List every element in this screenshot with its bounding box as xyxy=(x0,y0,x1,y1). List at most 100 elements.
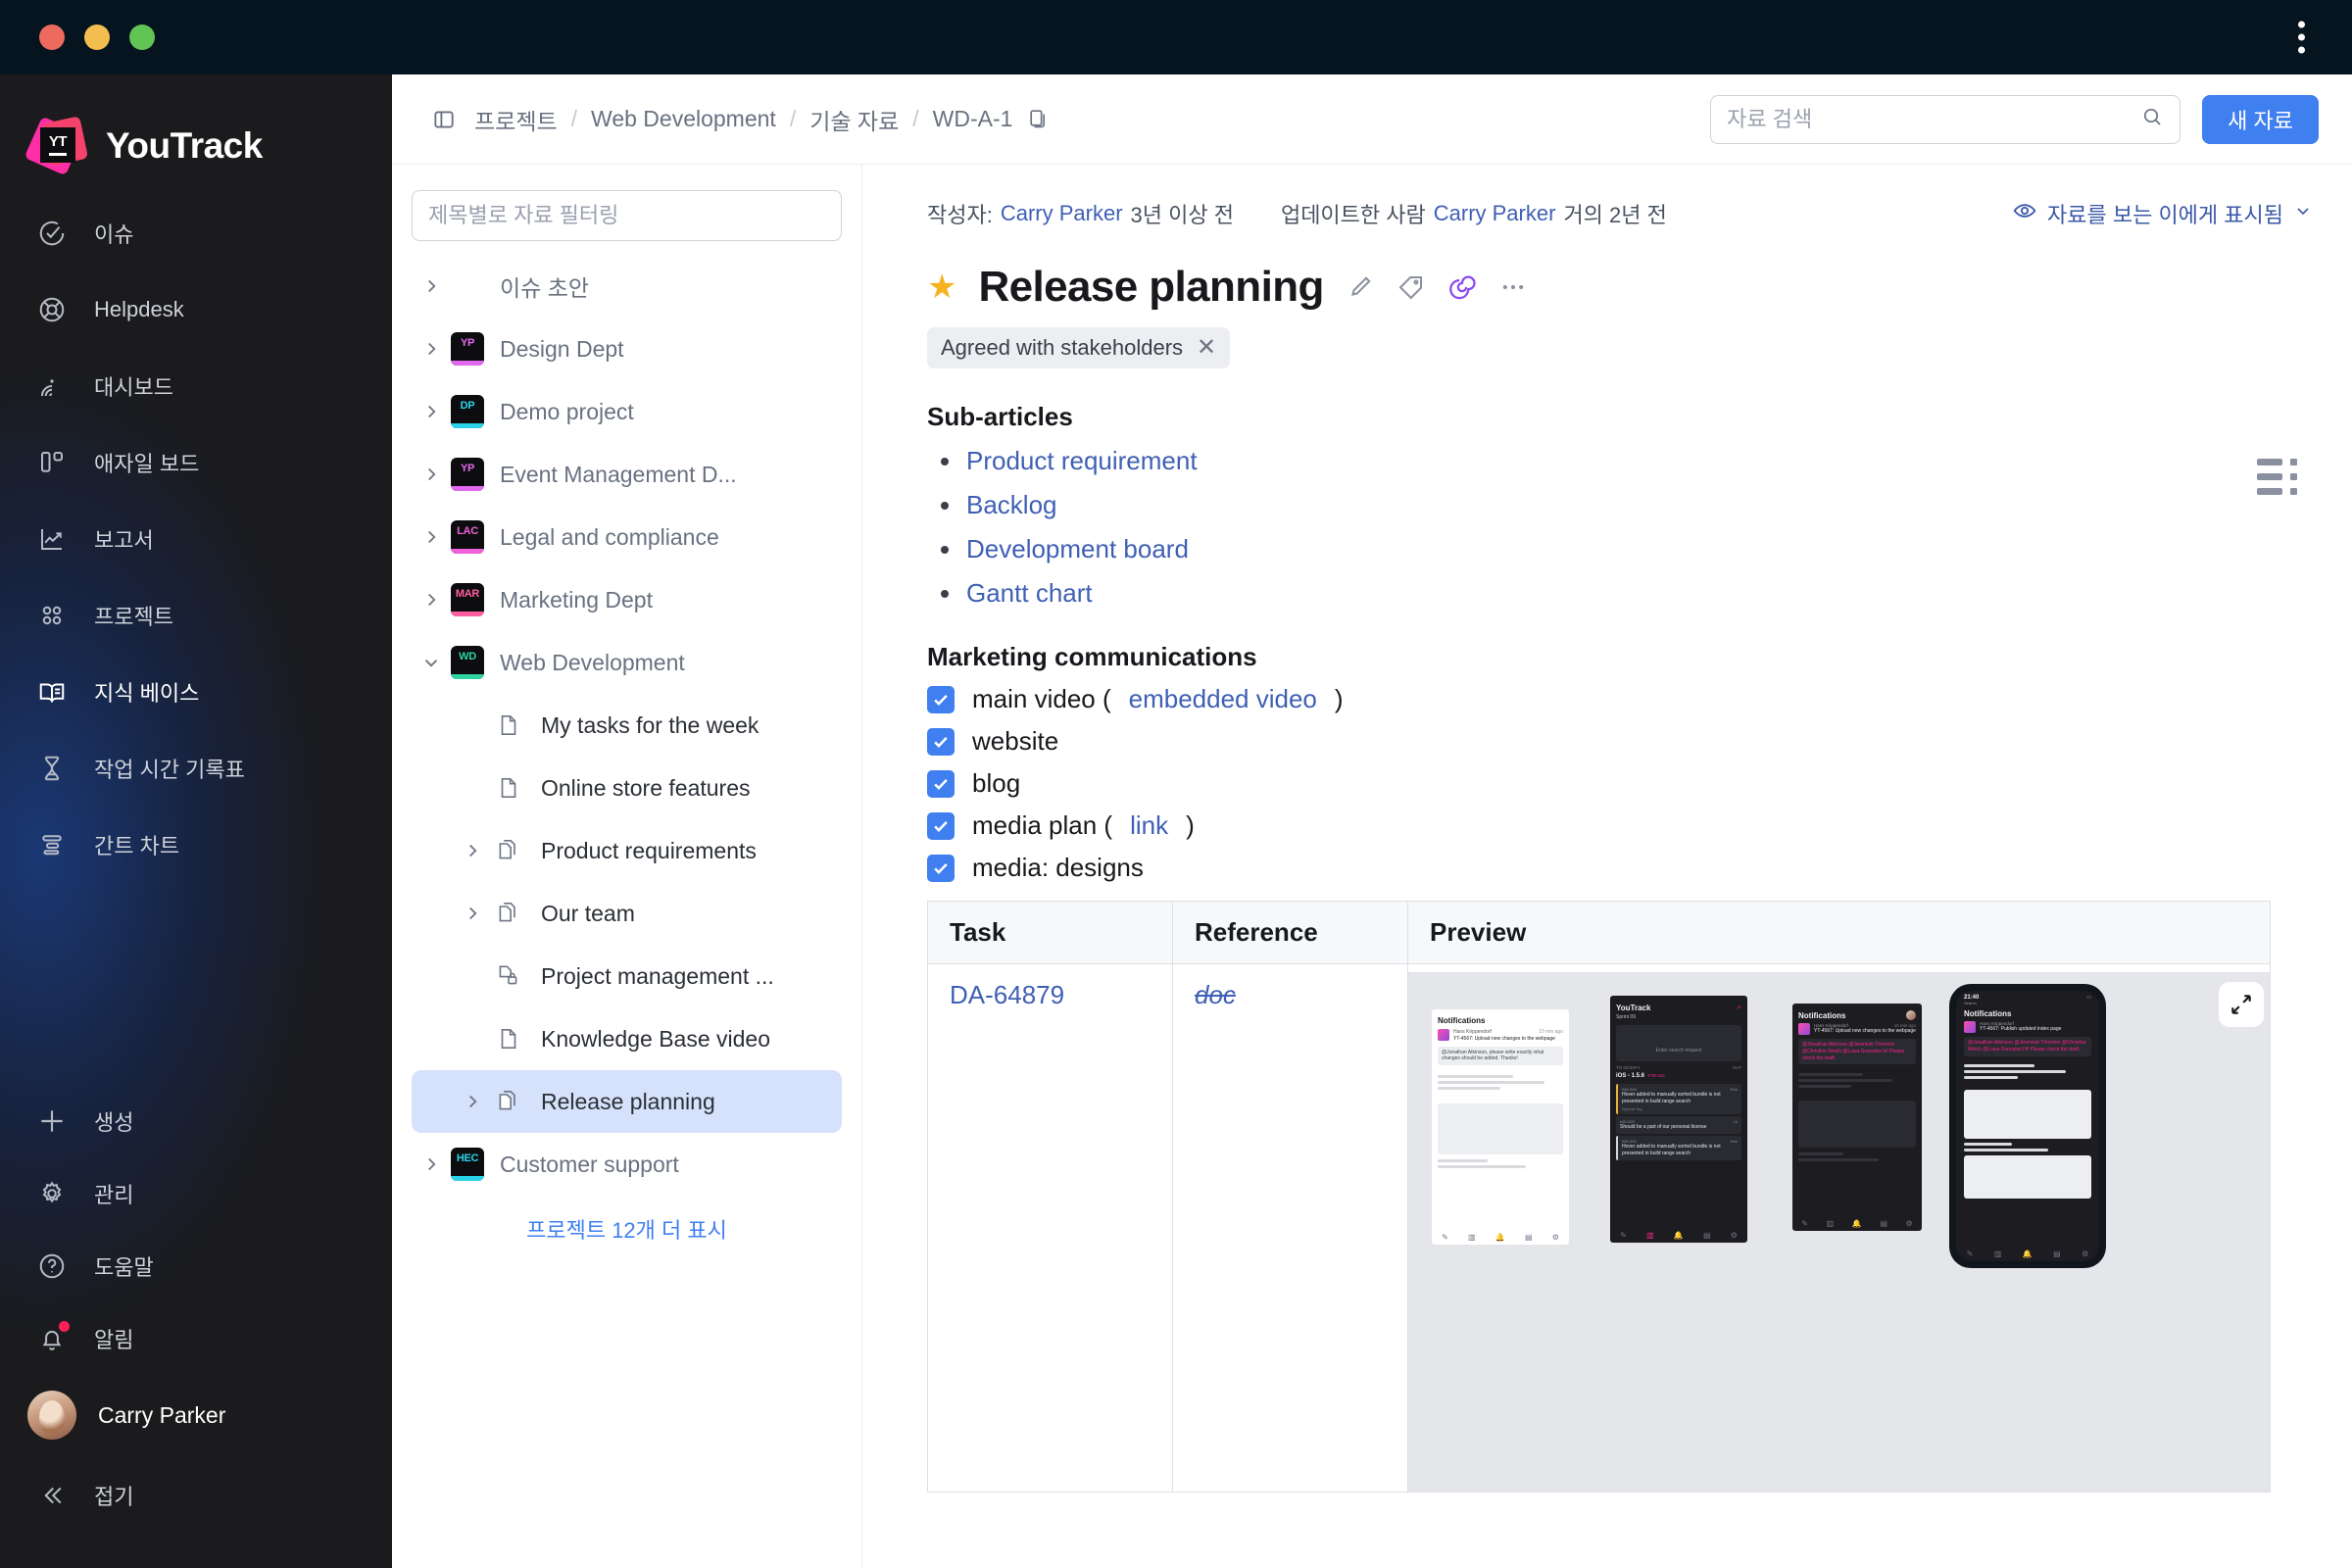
sidebar-item-helpdesk[interactable]: Helpdesk xyxy=(0,284,392,335)
search-input[interactable] xyxy=(1727,107,2140,132)
breadcrumb-item-knowledge-base[interactable]: 기술 자료 xyxy=(809,103,899,136)
tree-node-label: Marketing Dept xyxy=(500,587,653,613)
tree-node-marketing-dept[interactable]: MARMarketing Dept xyxy=(412,568,842,631)
articles-stack-icon xyxy=(492,834,525,867)
tree-node-project-management[interactable]: Project management ... xyxy=(412,945,842,1007)
side-panel-toggle-icon[interactable] xyxy=(431,107,457,132)
checkbox-checked-icon[interactable] xyxy=(927,770,955,798)
sidebar-item-agile-boards[interactable]: 애자일 보드 xyxy=(0,437,392,488)
minimize-window-button[interactable] xyxy=(84,24,110,50)
chevron-right-icon[interactable] xyxy=(453,1091,492,1112)
more-horizontal-icon[interactable] xyxy=(1498,272,1528,302)
sub-article-link[interactable]: Backlog xyxy=(966,490,1057,520)
tree-node-web-development[interactable]: WD Web Development xyxy=(412,631,842,694)
checkbox-checked-icon[interactable] xyxy=(927,728,955,756)
chevron-right-icon[interactable] xyxy=(412,1153,451,1175)
tree-node-customer-support[interactable]: HECCustomer support xyxy=(412,1133,842,1196)
chevron-right-icon[interactable] xyxy=(412,401,451,422)
tree-node-design-dept[interactable]: YPDesign Dept xyxy=(412,318,842,380)
checklist-item-link[interactable]: link xyxy=(1130,810,1168,841)
tree-node-[interactable]: 이슈 초안 xyxy=(412,255,842,318)
reference-link[interactable]: doc xyxy=(1195,980,1236,1009)
sidebar-item-create[interactable]: 생성 xyxy=(0,1096,392,1147)
articles-stack-icon xyxy=(492,1085,525,1118)
brand-name: YouTrack xyxy=(106,125,263,167)
tree-node-online-store-features[interactable]: Online store features xyxy=(412,757,842,819)
chevron-right-icon[interactable] xyxy=(412,464,451,485)
updated-by-link[interactable]: Carry Parker xyxy=(1434,201,1556,226)
chevron-right-icon[interactable] xyxy=(412,275,451,297)
project-avatar-icon: WD xyxy=(451,646,484,679)
close-window-button[interactable] xyxy=(39,24,65,50)
chevron-right-icon[interactable] xyxy=(412,338,451,360)
tree-node-product-requirements[interactable]: Product requirements xyxy=(412,819,842,882)
phone-mockup-2: YouTrack ⌕ Sprint 09 Enter search reques… xyxy=(1610,996,1747,1243)
kebab-menu-icon[interactable] xyxy=(2298,22,2305,54)
edit-pencil-icon[interactable] xyxy=(1346,272,1375,302)
sidebar-item-notifications[interactable]: 알림 xyxy=(0,1313,392,1364)
column-header-reference: Reference xyxy=(1173,902,1408,964)
chevron-right-icon[interactable] xyxy=(453,840,492,861)
preview-image[interactable]: Notifications Hans Krippendorf 10 min ag… xyxy=(1408,972,2270,1492)
created-by-link[interactable]: Carry Parker xyxy=(1001,201,1123,226)
sub-article-link[interactable]: Product requirement xyxy=(966,446,1198,476)
table-of-contents-icon[interactable] xyxy=(2257,459,2297,495)
task-link[interactable]: DA-64879 xyxy=(950,980,1064,1009)
checkbox-checked-icon[interactable] xyxy=(927,855,955,882)
checkbox-checked-icon[interactable] xyxy=(927,686,955,713)
phone1-header: Notifications xyxy=(1432,1009,1569,1029)
show-more-projects-link[interactable]: 프로젝트 12개 더 표시 xyxy=(412,1213,842,1245)
breadcrumb-item-project[interactable]: Web Development xyxy=(591,106,776,132)
sidebar-item-dashboards[interactable]: 대시보드 xyxy=(0,361,392,412)
maximize-window-button[interactable] xyxy=(129,24,155,50)
checkbox-checked-icon[interactable] xyxy=(927,812,955,840)
tag-icon[interactable] xyxy=(1396,272,1426,302)
sidebar-item-gantt-charts[interactable]: 간트 차트 xyxy=(0,819,392,870)
phone2-swimlane: iOS - 1.5.6 xyxy=(1616,1073,1644,1079)
tree-node-knowledge-base-video[interactable]: Knowledge Base video xyxy=(412,1007,842,1070)
sidebar-item-help[interactable]: 도움말 xyxy=(0,1241,392,1292)
status-badge[interactable]: Agreed with stakeholders ✕ xyxy=(927,327,1230,368)
visibility-selector[interactable]: 자료를 보는 이에게 표시됨 xyxy=(2012,198,2313,229)
sub-article-link[interactable]: Gantt chart xyxy=(966,578,1093,609)
sidebar-item-timesheets[interactable]: 작업 시간 기록표 xyxy=(0,743,392,794)
tree-node-event-management-d[interactable]: YPEvent Management D... xyxy=(412,443,842,506)
new-article-button[interactable]: 새 자료 xyxy=(2202,95,2319,144)
tree-node-my-tasks-for-the-week[interactable]: My tasks for the week xyxy=(412,694,842,757)
breadcrumb-item-projects[interactable]: 프로젝트 xyxy=(474,103,558,136)
yt-logo-icon: YT xyxy=(29,118,86,174)
tree-node-demo-project[interactable]: DPDemo project xyxy=(412,380,842,443)
tree-filter-input[interactable] xyxy=(412,190,842,241)
article-copy-icon[interactable] xyxy=(1026,107,1051,131)
chevron-down-icon[interactable] xyxy=(412,652,451,673)
tree-node-legal-and-compliance[interactable]: LACLegal and compliance xyxy=(412,506,842,568)
ai-spiral-icon[interactable] xyxy=(1447,272,1477,302)
sidebar-item-reports[interactable]: 보고서 xyxy=(0,514,392,564)
search-box[interactable] xyxy=(1710,95,2180,144)
sidebar-user[interactable]: Carry Parker xyxy=(0,1386,392,1445)
tree-node-release-planning[interactable]: Release planning xyxy=(412,1070,842,1133)
checklist-item: main video (embedded video) xyxy=(927,684,2313,714)
articles-stack-icon xyxy=(492,897,525,930)
breadcrumb-item-article-id[interactable]: WD-A-1 xyxy=(933,106,1013,132)
sidebar-collapse-button[interactable]: 접기 xyxy=(0,1470,392,1521)
expand-arrows-icon[interactable] xyxy=(2219,982,2264,1027)
projects-grid-icon xyxy=(35,599,69,632)
marketing-checklist: main video (embedded video)websiteblogme… xyxy=(927,684,2313,883)
tree-node-label: Web Development xyxy=(500,650,685,676)
brand-logo[interactable]: YT YouTrack xyxy=(0,74,392,182)
close-icon[interactable]: ✕ xyxy=(1197,336,1216,360)
sidebar-item-knowledge-base[interactable]: 지식 베이스 xyxy=(0,666,392,717)
chevron-right-icon[interactable] xyxy=(412,589,451,611)
sidebar-item-issues[interactable]: 이슈 xyxy=(0,208,392,259)
checklist-item-label: media: designs xyxy=(972,853,1144,883)
checklist-item-link[interactable]: embedded video xyxy=(1129,684,1317,714)
chevron-right-icon[interactable] xyxy=(453,903,492,924)
sidebar-item-administration[interactable]: 관리 xyxy=(0,1168,392,1219)
tree-node-our-team[interactable]: Our team xyxy=(412,882,842,945)
chevron-right-icon[interactable] xyxy=(412,526,451,548)
star-filled-icon[interactable]: ★ xyxy=(927,270,956,304)
sub-article-link[interactable]: Development board xyxy=(966,534,1189,564)
search-icon[interactable] xyxy=(2140,105,2164,133)
sidebar-item-projects[interactable]: 프로젝트 xyxy=(0,590,392,641)
